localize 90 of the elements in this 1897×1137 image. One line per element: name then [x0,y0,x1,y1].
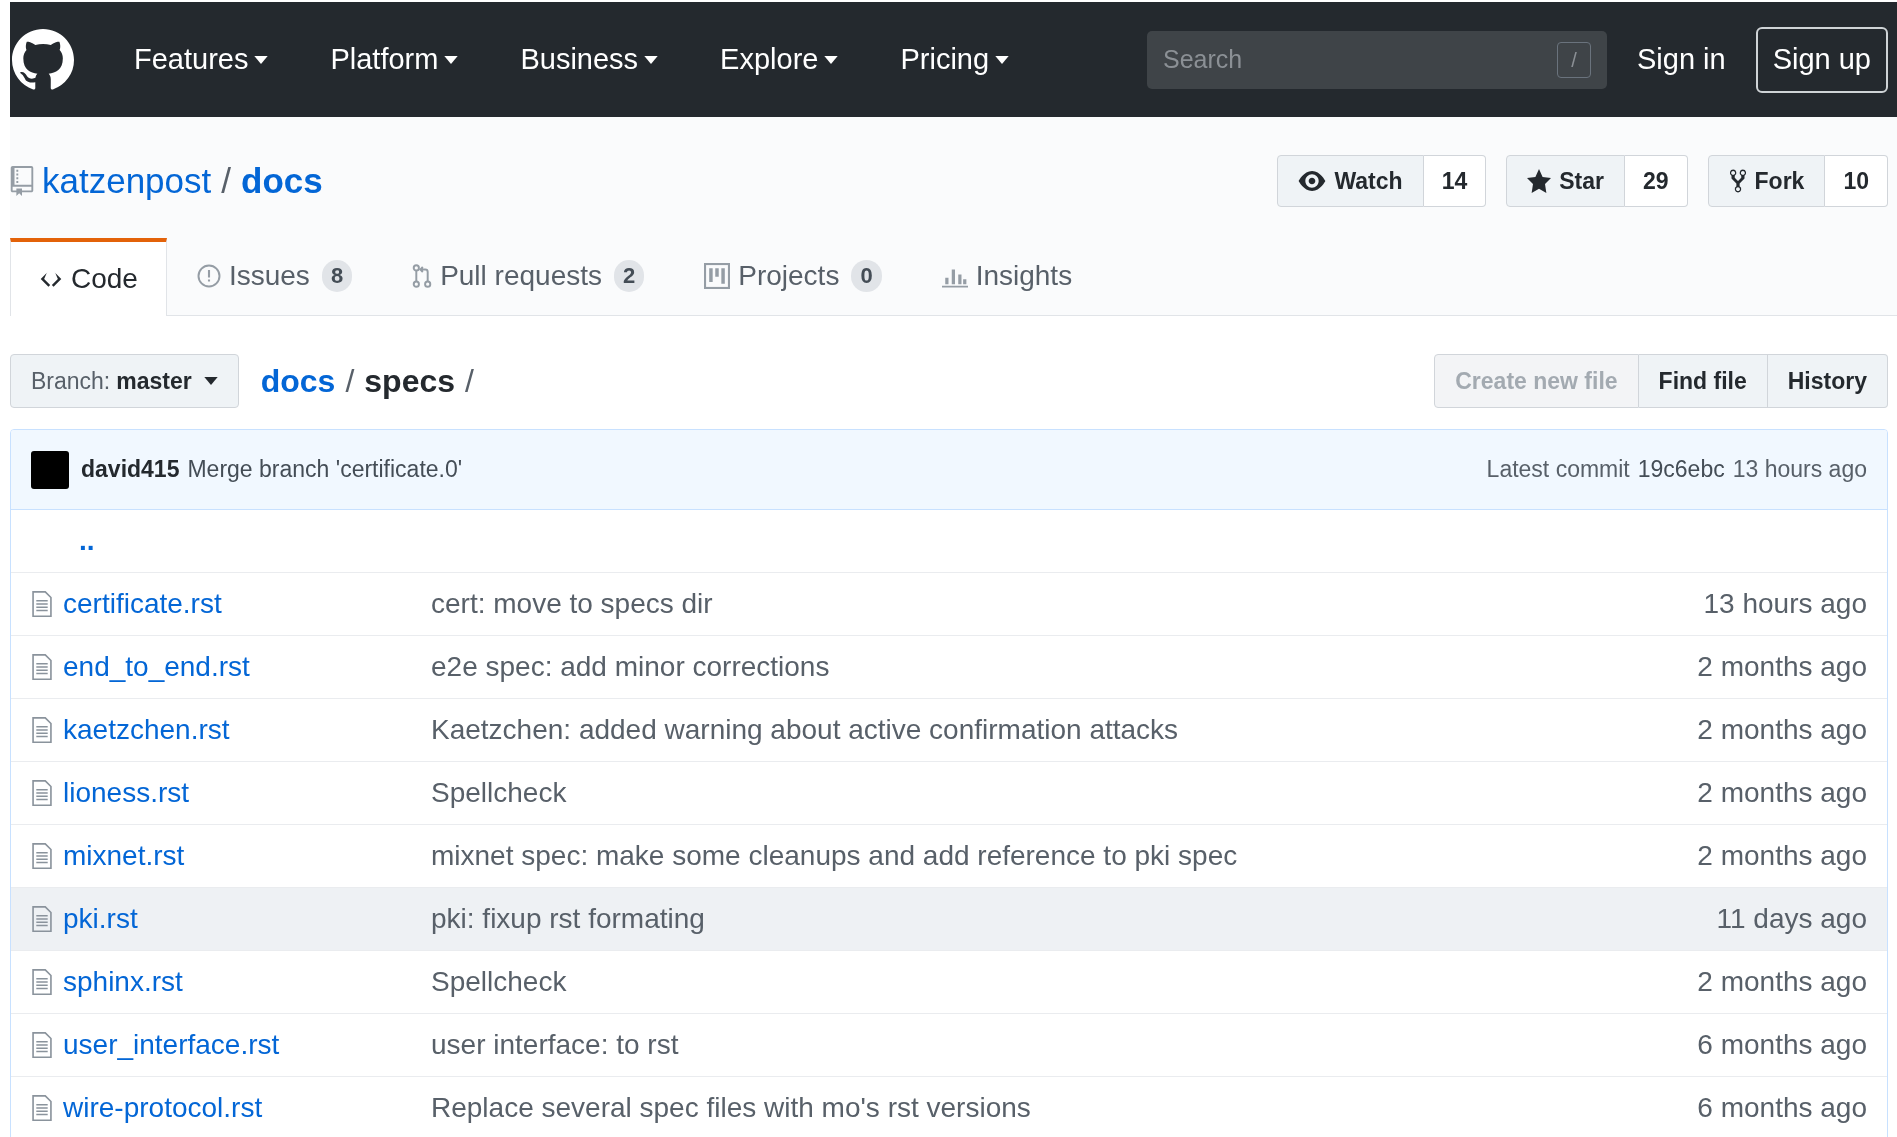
pull-request-icon [412,263,433,289]
octocat-logo-icon[interactable] [12,28,74,91]
file-name-link[interactable]: mixnet.rst [63,835,185,877]
file-icon [31,717,53,743]
sign-up-button[interactable]: Sign up [1755,26,1888,93]
file-action-button[interactable]: History [1767,354,1888,408]
commit-message-link[interactable]: mixnet spec: make some cleanups and add reference to pki spec [431,835,1238,877]
file-name-link[interactable]: kaetzchen.rst [63,709,230,751]
caret-down-icon [444,55,459,64]
fork-button[interactable]: Fork [1707,155,1826,207]
nav-menu-button[interactable]: Business [520,37,659,82]
keyboard-shortcut-hint: / [1556,41,1591,78]
file-age: 6 months ago [1697,1091,1867,1125]
parent-directory-link[interactable]: .. [79,520,95,562]
file-name-link[interactable]: pki.rst [63,898,138,940]
commit-message-link[interactable]: e2e spec: add minor corrections [431,646,830,688]
count-badge: 8 [321,260,353,292]
file-age: 13 hours ago [1703,587,1867,621]
caret-down-icon [203,377,218,385]
nav-menu-button[interactable]: Explore [720,37,839,82]
repository-tab[interactable]: Pull requests 2 [382,237,675,315]
commit-message-link[interactable]: user interface: to rst [431,1024,679,1066]
commit-author-link[interactable]: david415 [81,452,180,487]
repository-name-link[interactable]: docs [241,154,323,208]
file-name-link[interactable]: certificate.rst [63,583,222,625]
caret-down-icon [995,55,1010,64]
book-icon [10,166,34,196]
repository-tab[interactable]: Insights [911,237,1103,315]
file-age: 11 days ago [1716,902,1867,936]
repository-owner-link[interactable]: katzenpost [42,154,212,208]
file-action-button[interactable]: Find file [1638,354,1768,408]
file-name-link[interactable]: sphinx.rst [63,961,183,1003]
code-icon [39,270,63,288]
watch-button[interactable]: Watch [1277,155,1424,207]
star-count[interactable]: 29 [1624,155,1688,207]
branch-selector-button[interactable]: Branch: master [10,354,239,408]
repository-tab[interactable]: Issues 8 [166,237,383,315]
file-icon [31,969,53,995]
count-badge: 0 [851,260,882,292]
commit-message-link[interactable]: Spellcheck [431,772,567,814]
file-age: 2 months ago [1697,713,1867,747]
file-icon [31,591,53,617]
commit-sha-link[interactable]: 19c6ebc [1637,452,1725,487]
commit-message-link[interactable]: Merge branch 'certificate.0' [187,452,463,487]
file-name-link[interactable]: end_to_end.rst [63,646,250,688]
star-icon [1527,169,1552,193]
commit-message-link[interactable]: Spellcheck [431,961,567,1003]
file-icon [31,1095,53,1121]
commit-age: 13 hours ago [1732,455,1867,485]
file-age: 2 months ago [1697,965,1867,999]
commit-message-link[interactable]: cert: move to specs dir [431,583,713,625]
file-name-link[interactable]: lioness.rst [63,772,190,814]
file-age: 2 months ago [1697,650,1867,684]
file-name-link[interactable]: user_interface.rst [63,1024,280,1066]
project-board-icon [704,263,731,289]
nav-menu-button[interactable]: Pricing [900,37,1010,82]
count-badge: 2 [614,260,645,292]
breadcrumb-link[interactable]: docs [260,357,336,405]
file-age: 6 months ago [1697,1028,1867,1062]
breadcrumb-current: specs [364,362,455,401]
file-name-link[interactable]: wire-protocol.rst [63,1087,263,1129]
commit-message-link[interactable]: Replace several spec files with mo's rst versions [431,1087,1031,1129]
file-icon [31,780,53,806]
path-separator: / [345,362,355,401]
nav-menu-button[interactable]: Platform [330,37,459,82]
caret-down-icon [824,55,839,64]
repository-tab[interactable]: Code [10,238,167,316]
fork-icon [1728,168,1747,194]
fork-count[interactable]: 10 [1825,155,1888,207]
latest-commit-label: Latest commit [1486,455,1630,485]
star-button[interactable]: Star [1506,155,1625,207]
watch-count[interactable]: 14 [1423,155,1487,207]
file-icon [31,654,53,680]
path-separator: / [465,362,474,401]
avatar [31,450,69,489]
nav-menu-button[interactable]: Features [134,37,269,82]
commit-message-link[interactable]: pki: fixup rst formating [431,898,705,940]
caret-down-icon [254,55,269,64]
file-age: 2 months ago [1697,839,1867,873]
file-icon [31,843,53,869]
commit-message-link[interactable]: Kaetzchen: added warning about active confirmation attacks [431,709,1179,751]
eye-icon [1298,171,1327,191]
issue-icon [196,264,221,288]
repository-tab[interactable]: Projects 0 [674,237,912,315]
file-icon [31,906,53,932]
caret-down-icon [644,55,659,64]
sign-in-link[interactable]: Sign in [1636,37,1726,82]
file-age: 2 months ago [1697,776,1867,810]
file-icon [31,1032,53,1058]
path-separator: / [221,159,231,202]
